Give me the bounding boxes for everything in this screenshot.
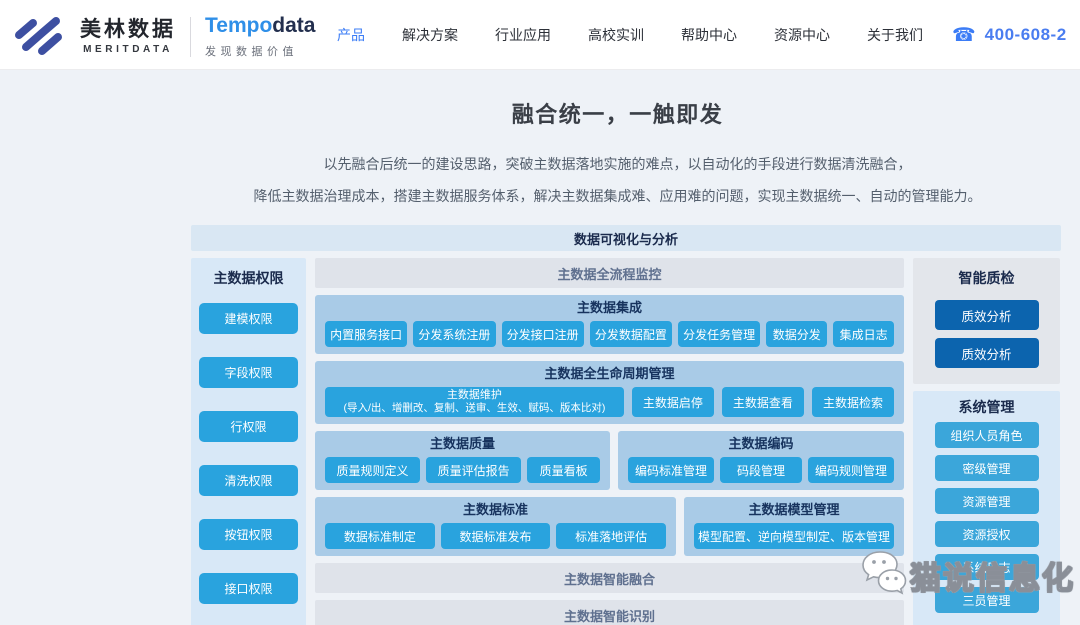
bar-full-process-monitor: 主数据全流程监控: [315, 258, 904, 288]
chip-distribution-data-config: 分发数据配置: [590, 321, 672, 347]
hero-desc-line1: 以先融合后统一的建设思路，突破主数据落地实施的难点，以自动化的手段进行数据清洗融…: [155, 148, 1080, 180]
section-master-data-coding: 主数据编码 编码标准管理 码段管理 编码规则管理: [618, 431, 904, 490]
section-master-data-integration: 主数据集成 内置服务接口 分发系统注册 分发接口注册 分发数据配置 分发任务管理…: [315, 295, 904, 354]
chip-resource-authorization: 资源授权: [935, 521, 1039, 547]
chip-master-data-search: 主数据检索: [812, 387, 894, 417]
nav-item-training[interactable]: 高校实训: [588, 25, 644, 45]
watermark-text: 猫说信息化: [910, 553, 1075, 598]
hotline-number: 400-608-2: [985, 25, 1067, 45]
section-lifecycle-management: 主数据全生命周期管理 主数据维护 (导入/出、增删改、复制、送审、生效、赋码、版…: [315, 361, 904, 424]
brand-slogan: 发现数据价值: [205, 43, 315, 59]
chip-coding-standard-mgmt: 编码标准管理: [628, 457, 714, 483]
panel-intelligent-qc: 智能质检 质效分析 质效分析: [913, 258, 1060, 384]
band-data-visualization: 数据可视化与分析: [191, 225, 1061, 251]
chip-model-config-reverse-version: 模型配置、逆向模型制定、版本管理: [694, 523, 894, 549]
hero-desc-line2: 降低主数据治理成本，搭建主数据服务体系，解决主数据集成难、应用难的问题，实现主数…: [155, 180, 1080, 212]
chip-data-distribution: 数据分发: [766, 321, 827, 347]
logo[interactable]: 美林数据 MERITDATA Tempodata 发现数据价值: [12, 11, 315, 62]
section-title-model: 主数据模型管理: [694, 502, 894, 518]
hotline[interactable]: ☎ 400-608-2: [952, 0, 1067, 70]
chip-distribution-system-register: 分发系统注册: [413, 321, 495, 347]
chip-builtin-service-interface: 内置服务接口: [325, 321, 407, 347]
chip-data-standard-definition: 数据标准制定: [325, 523, 435, 549]
nav-item-industries[interactable]: 行业应用: [495, 25, 551, 45]
chip-standard-implementation-eval: 标准落地评估: [556, 523, 666, 549]
chip-interface-permission: 接口权限: [199, 573, 298, 604]
hero-section: 融合统一，一触即发 以先融合后统一的建设思路，突破主数据落地实施的难点，以自动化…: [155, 70, 1080, 212]
chip-model-permission: 建模权限: [199, 303, 298, 334]
section-title-standard: 主数据标准: [325, 502, 666, 518]
nav-item-solutions[interactable]: 解决方案: [402, 25, 458, 45]
logo-name-en: MERITDATA: [83, 44, 173, 55]
panel-title-qc: 智能质检: [913, 270, 1060, 286]
chip-quality-efficiency-analysis-2: 质效分析: [935, 338, 1039, 368]
chip-field-permission: 字段权限: [199, 357, 298, 388]
section-title-quality: 主数据质量: [325, 436, 600, 452]
panel-title-permissions: 主数据权限: [191, 270, 306, 286]
chip-master-data-view: 主数据查看: [722, 387, 804, 417]
logo-name-cn: 美林数据: [80, 18, 176, 41]
wechat-bubbles-icon: [856, 548, 908, 603]
maintenance-line2: (导入/出、增删改、复制、送审、生效、赋码、版本比对): [343, 402, 605, 415]
section-title-integration: 主数据集成: [325, 300, 894, 316]
page-title: 融合统一，一触即发: [155, 97, 1080, 129]
chip-security-level-mgmt: 密级管理: [935, 455, 1039, 481]
maintenance-line1: 主数据维护: [447, 389, 502, 403]
brand-data: data: [272, 14, 315, 37]
chip-code-segment-mgmt: 码段管理: [720, 457, 802, 483]
phone-icon: ☎: [952, 24, 976, 47]
chip-button-permission: 按钮权限: [199, 519, 298, 550]
chip-distribution-interface-register: 分发接口注册: [502, 321, 584, 347]
diagram-middle-column: 主数据全流程监控 主数据集成 内置服务接口 分发系统注册 分发接口注册 分发数据…: [315, 258, 904, 625]
chip-quality-rule-definition: 质量规则定义: [325, 457, 420, 483]
bar-intelligent-recognition: 主数据智能识别: [315, 600, 904, 625]
meritdata-logo-icon: [12, 11, 70, 62]
chip-coding-rule-mgmt: 编码规则管理: [808, 457, 894, 483]
nav-item-resources[interactable]: 资源中心: [774, 25, 830, 45]
bar-intelligent-fusion: 主数据智能融合: [315, 563, 904, 593]
chip-org-personnel-roles: 组织人员角色: [935, 422, 1039, 448]
chip-quality-assessment-report: 质量评估报告: [426, 457, 521, 483]
chip-master-data-maintenance: 主数据维护 (导入/出、增删改、复制、送审、生效、赋码、版本比对): [325, 387, 624, 417]
brand-tempo: Tempo: [205, 14, 272, 37]
section-master-data-standard: 主数据标准 数据标准制定 数据标准发布 标准落地评估: [315, 497, 676, 556]
chip-quality-dashboard: 质量看板: [527, 457, 600, 483]
top-nav-bar: 美林数据 MERITDATA Tempodata 发现数据价值 产品 解决方案 …: [0, 0, 1080, 70]
nav-item-about-us[interactable]: 关于我们: [867, 25, 923, 45]
chip-integration-log: 集成日志: [833, 321, 894, 347]
chip-master-data-start-stop: 主数据启停: [632, 387, 714, 417]
chip-row-permission: 行权限: [199, 411, 298, 442]
nav-item-help-center[interactable]: 帮助中心: [681, 25, 737, 45]
chip-cleansing-permission: 清洗权限: [199, 465, 298, 496]
watermark: 猫说信息化: [856, 548, 1075, 603]
logo-divider: [190, 17, 191, 57]
panel-title-system: 系统管理: [913, 399, 1060, 415]
chip-resource-mgmt: 资源管理: [935, 488, 1039, 514]
nav-item-products[interactable]: 产品: [337, 25, 365, 45]
chip-quality-efficiency-analysis-1: 质效分析: [935, 300, 1039, 330]
chip-distribution-task-mgmt: 分发任务管理: [678, 321, 760, 347]
section-title-lifecycle: 主数据全生命周期管理: [325, 366, 894, 382]
main-nav: 产品 解决方案 行业应用 高校实训 帮助中心 资源中心 关于我们: [337, 0, 923, 70]
chip-data-standard-publish: 数据标准发布: [441, 523, 551, 549]
panel-master-data-permissions: 主数据权限 建模权限 字段权限 行权限 清洗权限 按钮权限 接口权限: [191, 258, 306, 625]
section-title-coding: 主数据编码: [628, 436, 894, 452]
section-master-data-quality: 主数据质量 质量规则定义 质量评估报告 质量看板: [315, 431, 610, 490]
